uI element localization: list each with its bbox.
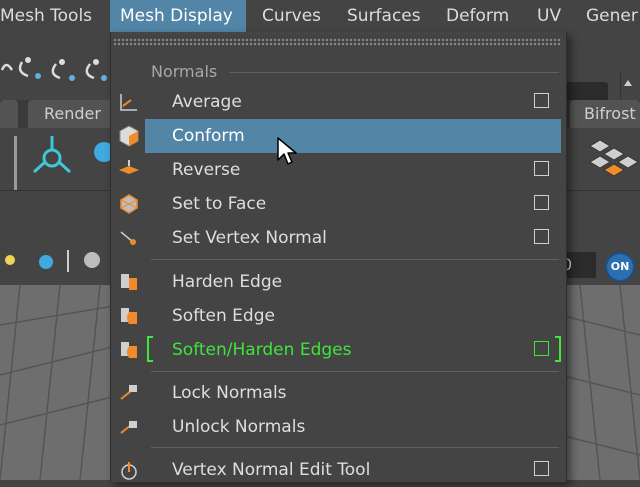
unlock-normals-icon — [120, 421, 137, 434]
menu-item-set-vertex-normal[interactable]: Set Vertex Normal — [120, 221, 561, 255]
menu-item-label: Vertex Normal Edit Tool — [172, 460, 371, 480]
menu-item-label: Soften/Harden Edges — [172, 340, 352, 360]
set-vertex-normal-icon — [120, 231, 136, 245]
section-title-normals: Normals — [151, 62, 218, 81]
menu-item-unlock-normals[interactable]: Unlock Normals — [120, 410, 561, 444]
menu-uv[interactable]: UV — [537, 0, 561, 32]
menu-item-set-to-face[interactable]: Set to Face — [120, 187, 561, 221]
set-vertex-normal-option-box[interactable] — [534, 229, 549, 244]
menu-item-label: Harden Edge — [172, 272, 283, 292]
menu-item-label: Average — [172, 92, 242, 112]
light-icon — [5, 255, 15, 265]
menu-item-conform[interactable]: Conform — [119, 119, 561, 153]
soften-harden-edges-icon — [121, 342, 137, 358]
average-option-box[interactable] — [534, 93, 549, 108]
soften-edge-icon — [121, 308, 137, 324]
menu-deform[interactable]: Deform — [446, 0, 509, 32]
mesh-display-dropdown: Normals Average Conform Reverse Set to F… — [110, 32, 567, 482]
menu-item-vertex-normal-edit-tool[interactable]: Vertex Normal Edit Tool — [121, 453, 561, 487]
menu-curves[interactable]: Curves — [262, 0, 321, 32]
uv-layout-icon[interactable] — [580, 134, 640, 190]
render-icons-group[interactable] — [0, 246, 110, 276]
sphere-icon — [39, 255, 53, 269]
menu-separator — [151, 447, 559, 448]
rig-tool-icon — [32, 136, 72, 174]
menu-item-harden-edge[interactable]: Harden Edge — [121, 265, 561, 299]
menu-item-label: Set to Face — [172, 194, 267, 214]
menu-separator — [151, 259, 559, 260]
snap-point-icon — [18, 61, 29, 78]
tab-bifrost[interactable]: Bifrost — [570, 100, 640, 128]
menu-item-lock-normals[interactable]: Lock Normals — [120, 376, 561, 410]
tab-render[interactable]: Render — [28, 100, 118, 128]
menu-item-reverse[interactable]: Reverse — [119, 153, 561, 187]
snap-curve-icon — [0, 63, 14, 71]
shelf-divider — [14, 136, 17, 190]
menu-item-soften-harden-edges[interactable]: Soften/Harden Edges — [121, 333, 561, 367]
mouse-cursor-icon — [277, 137, 297, 165]
snap-view-icon — [51, 63, 61, 80]
vertex-normal-edit-tool-option-box[interactable] — [534, 461, 549, 476]
hotkey-bracket-left — [147, 336, 153, 362]
snap-live-icon — [85, 63, 95, 80]
on-toggle-button[interactable]: ON — [605, 252, 635, 282]
set-to-face-option-box[interactable] — [534, 195, 549, 210]
conform-icon — [119, 125, 139, 147]
menu-separator — [151, 371, 559, 372]
menu-surfaces[interactable]: Surfaces — [347, 0, 421, 32]
set-to-face-icon — [120, 194, 138, 214]
snap-icons-group — [0, 57, 107, 81]
menu-mesh-display[interactable]: Mesh Display — [110, 0, 246, 32]
menu-mesh-tools[interactable]: Mesh Tools — [0, 0, 108, 32]
menu-item-soften-edge[interactable]: Soften Edge — [121, 299, 561, 333]
soften-harden-option-box[interactable] — [534, 341, 549, 356]
menu-generate[interactable]: Gener — [586, 0, 638, 32]
vertex-normal-edit-tool-icon — [121, 462, 137, 480]
menu-item-label: Set Vertex Normal — [172, 228, 327, 248]
reverse-option-box[interactable] — [534, 161, 549, 176]
average-normals-icon — [120, 94, 137, 111]
harden-edge-icon — [121, 274, 137, 290]
section-divider — [229, 72, 559, 73]
hotkey-bracket-right — [555, 336, 561, 362]
menu-bar: Mesh Tools Mesh Display Curves Surfaces … — [0, 0, 640, 32]
scroll-up-icon[interactable] — [624, 80, 632, 86]
menu-item-label: Unlock Normals — [172, 417, 306, 437]
reverse-normals-icon — [119, 160, 139, 174]
menu-item-label: Reverse — [172, 160, 241, 180]
menu-item-label: Conform — [172, 126, 245, 146]
tab-partial[interactable] — [0, 100, 18, 128]
lock-normals-icon — [120, 385, 137, 400]
camera-icon — [84, 252, 100, 268]
menu-item-average[interactable]: Average — [120, 85, 561, 119]
menu-item-label: Lock Normals — [172, 383, 287, 403]
shelf-tool-icons[interactable] — [32, 134, 112, 190]
menu-item-label: Soften Edge — [172, 306, 275, 326]
tearoff-handle[interactable] — [113, 38, 561, 46]
